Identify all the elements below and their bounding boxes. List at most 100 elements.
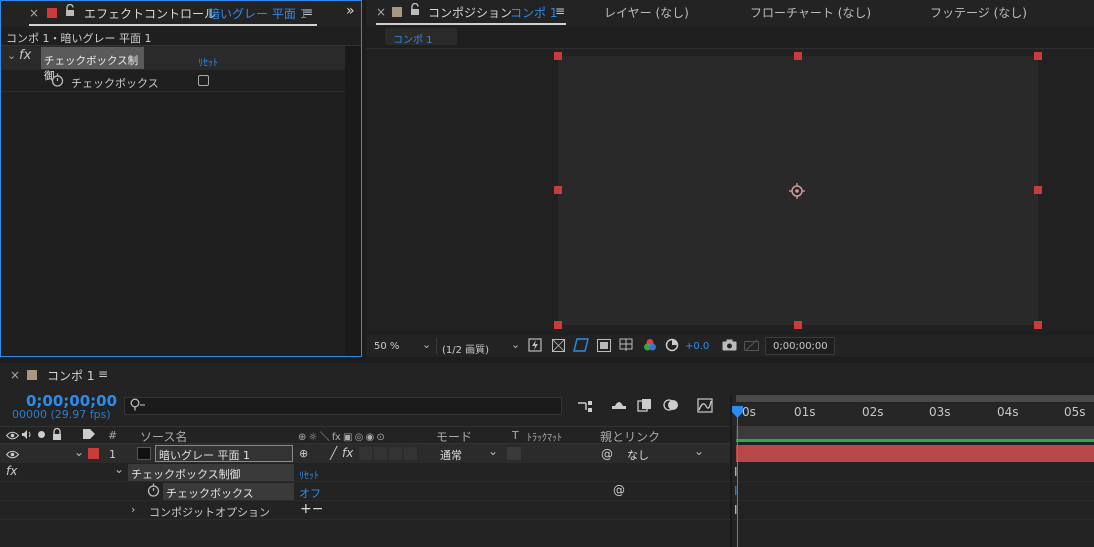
time-navigator-bar[interactable] xyxy=(736,395,1094,402)
stopwatch-icon[interactable] xyxy=(147,483,160,500)
active-tab-underline xyxy=(29,24,317,26)
video-visibility-icon[interactable] xyxy=(5,430,20,443)
time-ruler[interactable] xyxy=(732,403,1094,425)
effect-name-label[interactable]: チェックボックス制御 xyxy=(128,464,294,481)
work-area-bar[interactable] xyxy=(736,426,1094,439)
motion-blur-icon[interactable] xyxy=(663,398,679,415)
tab-flowchart[interactable]: フローチャート (なし) xyxy=(750,4,871,21)
handle-bottom-right[interactable] xyxy=(1034,321,1042,329)
close-icon[interactable]: × xyxy=(10,368,20,382)
comp-panel-comp-name[interactable]: コンポ 1 xyxy=(510,4,557,21)
shy-layers-icon[interactable] xyxy=(611,398,627,415)
audio-icon[interactable] xyxy=(21,429,33,443)
panel-menu-icon[interactable]: ≡ xyxy=(303,5,313,19)
chevron-down-icon[interactable]: ⌄ xyxy=(511,338,520,351)
layer-duration-bar[interactable] xyxy=(736,445,1094,462)
handle-top-center[interactable] xyxy=(794,52,802,60)
lock-icon[interactable] xyxy=(65,3,75,16)
mask-visibility-icon[interactable] xyxy=(573,338,589,355)
transparency-grid-icon[interactable] xyxy=(552,339,565,355)
column-header-parent[interactable]: 親とリンク xyxy=(600,428,660,445)
handle-bottom-center[interactable] xyxy=(794,321,802,329)
chevron-down-icon[interactable]: ⌄ xyxy=(488,444,498,458)
stopwatch-icon[interactable] xyxy=(51,73,64,90)
expand-panels-icon[interactable]: » xyxy=(346,3,355,19)
anchor-point-icon[interactable] xyxy=(787,181,807,204)
tab-footage[interactable]: フッテージ (なし) xyxy=(930,4,1027,21)
effect-name-label[interactable]: チェックボックス制御 xyxy=(41,47,144,82)
current-time-indicator[interactable] xyxy=(731,405,744,422)
ruler-tick-0s: 0s xyxy=(742,405,756,419)
trackmatte-box[interactable] xyxy=(507,447,521,460)
frame-blending-icon[interactable] xyxy=(637,398,653,415)
chevron-right-icon[interactable]: › xyxy=(131,503,135,516)
work-area-strip[interactable] xyxy=(736,439,1094,442)
chevron-down-icon[interactable]: ⌄ xyxy=(694,444,704,458)
effect-panel-scrollbar[interactable] xyxy=(345,46,361,356)
switch-box[interactable] xyxy=(374,447,387,460)
switch-box[interactable] xyxy=(359,447,372,460)
pick-whip-icon[interactable]: @ xyxy=(601,447,613,461)
checkbox[interactable] xyxy=(198,75,209,86)
comp-panel-title[interactable]: コンポジション xyxy=(428,4,512,21)
close-icon[interactable]: × xyxy=(376,5,386,19)
fx-toggle-icon[interactable]: fx xyxy=(19,48,31,63)
parent-value[interactable]: なし xyxy=(627,447,649,463)
switch-box[interactable] xyxy=(404,447,417,460)
handle-bottom-left[interactable] xyxy=(554,321,562,329)
breadcrumb: コンポ 1・暗いグレー 平面 1 xyxy=(6,32,152,45)
layer-search-input[interactable] xyxy=(124,397,562,415)
resolution-value[interactable]: (1/2 画質) xyxy=(442,341,489,356)
region-of-interest-icon[interactable] xyxy=(597,339,611,355)
switch-box[interactable] xyxy=(389,447,402,460)
comp-subtab-label: コンポ 1 xyxy=(393,35,433,46)
checkbox-value[interactable]: オフ xyxy=(299,485,321,501)
reset-exposure-icon[interactable] xyxy=(665,338,679,355)
chevron-down-icon[interactable]: ⌄ xyxy=(114,462,124,476)
lock-icon[interactable] xyxy=(410,2,420,19)
handle-top-left[interactable] xyxy=(554,52,562,60)
snapshot-camera-icon[interactable] xyxy=(722,339,737,354)
panel-menu-icon[interactable]: ≡ xyxy=(555,4,565,18)
effect-reset-link[interactable]: ﾘｾｯﾄ xyxy=(299,467,319,482)
chevron-down-icon[interactable]: ⌄ xyxy=(422,338,431,351)
effect-reset-link[interactable]: ﾘｾｯﾄ xyxy=(198,54,218,69)
handle-mid-right[interactable] xyxy=(1034,186,1042,194)
exposure-value[interactable]: +0.0 xyxy=(685,341,709,352)
fx-icon[interactable]: fx xyxy=(6,464,17,478)
close-icon[interactable]: × xyxy=(29,6,39,20)
layer-label-color[interactable] xyxy=(88,448,99,459)
panel-menu-icon[interactable]: ≡ xyxy=(98,367,108,381)
show-snapshot-icon[interactable] xyxy=(744,339,759,354)
timeline-tab[interactable]: コンポ 1 xyxy=(47,367,94,384)
chevron-down-icon[interactable]: ⌄ xyxy=(7,49,16,62)
video-visibility-icon[interactable] xyxy=(5,449,20,462)
effect-panel-layer-name[interactable]: 暗いグレー 平面 1 xyxy=(208,5,307,22)
solo-icon[interactable] xyxy=(38,431,45,438)
add-remove-mask-icon[interactable]: +− xyxy=(300,501,323,517)
composite-options-label[interactable]: コンポジットオプション xyxy=(149,504,270,520)
column-header-source[interactable]: ソース名 xyxy=(140,428,187,445)
lock-icon[interactable] xyxy=(52,427,62,443)
handle-mid-left[interactable] xyxy=(554,186,562,194)
label-tag-icon[interactable] xyxy=(82,428,96,443)
shy-switch-icon[interactable]: ⊕ xyxy=(299,447,308,460)
fx-switch-icon[interactable]: fx xyxy=(342,446,353,460)
expression-pick-whip-icon[interactable]: @ xyxy=(613,483,625,497)
handle-top-right[interactable] xyxy=(1034,52,1042,60)
graph-editor-icon[interactable] xyxy=(697,398,713,416)
chevron-down-icon[interactable]: ⌄ xyxy=(74,445,84,459)
property-name-label[interactable]: チェックボックス xyxy=(163,483,294,500)
channel-icon[interactable] xyxy=(643,338,657,355)
ruler-tick-03s: 03s xyxy=(929,405,951,419)
blend-mode-value[interactable]: 通常 xyxy=(440,447,462,463)
guides-icon[interactable] xyxy=(619,338,633,355)
column-header-trackmatte[interactable]: ﾄﾗｯｸﾏｯﾄ xyxy=(527,429,562,444)
fast-preview-icon[interactable] xyxy=(528,338,542,355)
quality-switch-icon[interactable]: ╱ xyxy=(330,446,337,460)
column-header-mode[interactable]: モード xyxy=(436,428,472,445)
comp-flowchart-icon[interactable] xyxy=(577,398,593,415)
param-label: チェックボックス xyxy=(71,77,159,90)
tab-layer[interactable]: レイヤー (なし) xyxy=(604,4,689,21)
effect-panel-title[interactable]: エフェクトコントロール xyxy=(84,5,216,22)
